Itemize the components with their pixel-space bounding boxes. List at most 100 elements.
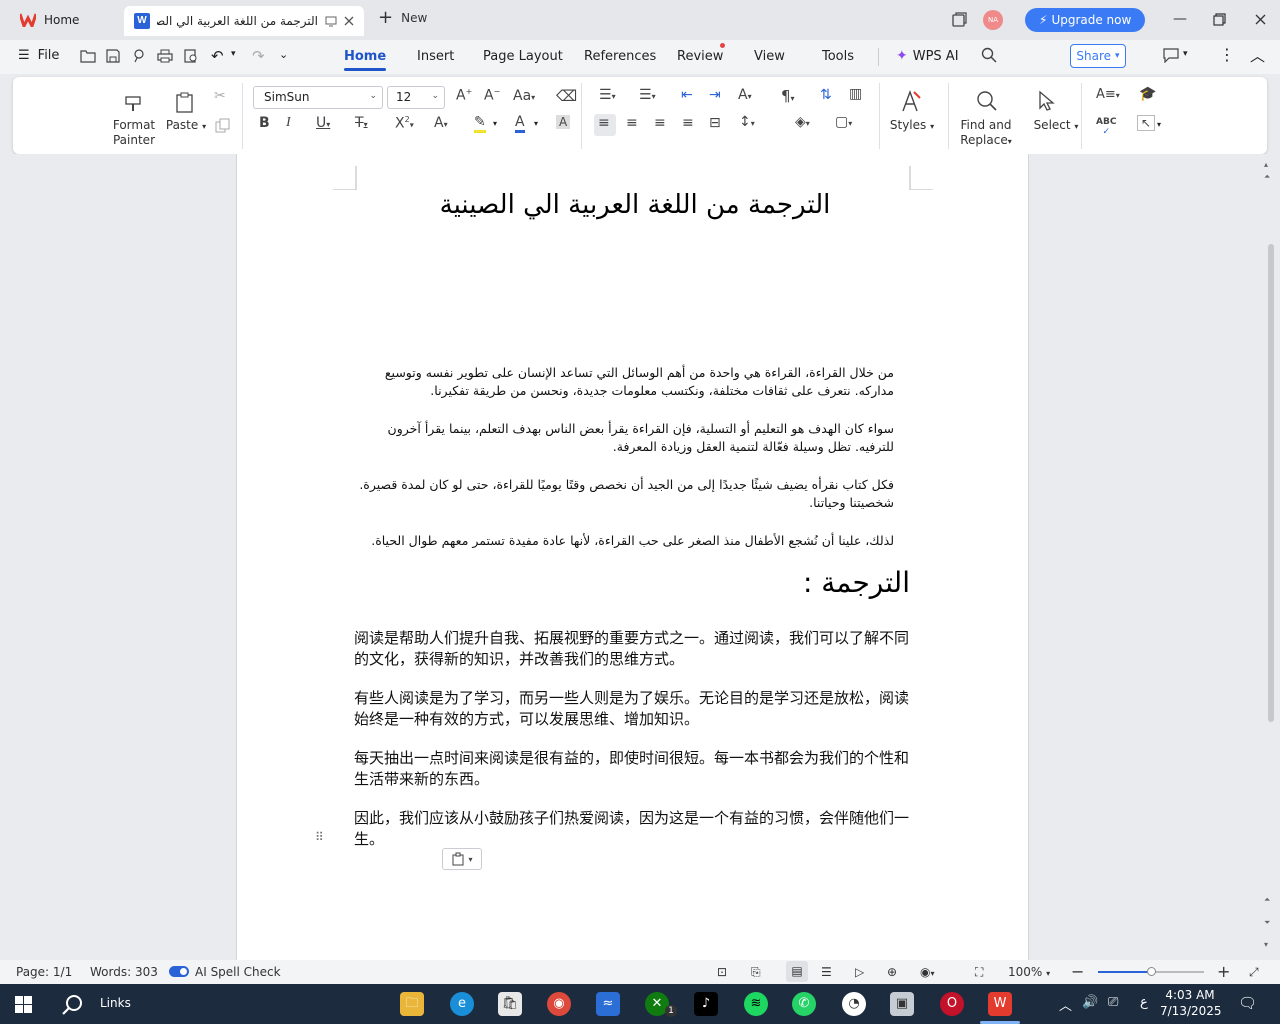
font-size-select[interactable]: 12 ⌄ [387,86,445,109]
paragraph-mark-icon[interactable]: ¶▾ [781,87,795,105]
find-replace-icon[interactable] [976,90,998,112]
new-tab-button[interactable]: + New [378,9,427,27]
styles-icon[interactable] [900,89,922,113]
align-right-icon[interactable]: ≡ [654,115,666,131]
superscript-icon[interactable]: X2▾ [395,115,414,132]
column-icon[interactable]: ▥ [849,86,862,102]
format-painter-button[interactable] [111,91,157,116]
decrease-indent-icon[interactable]: ⇤ [681,87,693,103]
underline-icon[interactable]: U▾ [316,115,330,131]
bullet-list-icon[interactable]: ☰▾ [599,87,616,103]
sort-icon[interactable]: ⇅ [820,87,832,103]
print-icon[interactable] [157,49,173,63]
education-icon[interactable]: 🎓 [1139,86,1156,102]
chinese-paragraph-2[interactable]: 有些人阅读是为了学习，而另一些人则是为了娱乐。无论目的是学习还是放松，阅读始终是… [354,688,910,730]
search-icon[interactable] [981,47,997,63]
scroll-down-icon[interactable]: ▾ [1264,940,1268,949]
distribute-icon[interactable]: ⊟ [709,115,721,131]
tab-insert[interactable]: Insert [417,49,454,64]
show-hidden-icons-chevron-icon[interactable]: ︿ [1059,995,1072,1014]
window-layout-icon[interactable] [951,12,967,28]
scroll-thumb[interactable] [1268,244,1274,722]
chinese-paragraph-1[interactable]: 阅读是帮助人们提升自我、拓展视野的重要方式之一。通过阅读，我们可以了解不同的文化… [354,628,910,670]
paste-label[interactable]: Paste ▾ [164,118,208,132]
restore-icon[interactable] [1213,13,1226,26]
more-options-icon[interactable]: ⋮ [1219,45,1235,64]
zoom-slider-handle[interactable] [1147,967,1156,976]
network-icon[interactable]: ⎚ [1108,995,1118,1010]
comment-icon[interactable] [1163,48,1179,63]
select-button[interactable]: Select ▾ [1031,118,1081,132]
save-icon[interactable] [106,49,120,63]
close-window-icon[interactable] [1255,14,1266,25]
justify-icon[interactable]: ≡ [682,115,694,131]
arabic-paragraph-1[interactable]: من خلال القراءة، القراءة هي واحدة من أهم… [354,364,894,400]
spell-check-toggle[interactable] [169,966,189,977]
web-layout-icon[interactable]: ⎘ [751,965,761,980]
more-chevron-icon[interactable]: ⌄ [279,48,288,61]
scroll-up-icon[interactable]: ▴ [1264,160,1268,169]
selection-pane-icon[interactable]: ↖ [1137,115,1156,131]
increase-indent-icon[interactable]: ⇥ [709,87,721,103]
font-name-select[interactable]: SimSun ⌄ [253,86,383,109]
clock[interactable]: 4:03 AM 7/13/2025 [1160,987,1222,1019]
highlight-chevron-icon[interactable]: ▾ [493,119,497,128]
tab-document[interactable]: W الترجمة من اللغة العربية الي الصينية [124,6,364,36]
highlight-icon[interactable]: ✎ [474,114,486,133]
tab-tools[interactable]: Tools [822,49,854,64]
spell-check-icon[interactable]: ABC ✓ [1096,117,1116,137]
drag-handle-icon[interactable]: ⠿ [315,830,325,846]
wps-ai-button[interactable]: ✦ WPS AI [896,48,959,64]
photos-icon[interactable]: ▣ [890,992,914,1016]
numbered-list-icon[interactable]: ☰▾ [639,87,656,103]
change-case-icon[interactable]: Aa▾ [513,88,535,104]
chinese-paragraph-3[interactable]: 每天抽出一点时间来阅读是很有益的，即使时间很短。每一本书都会为我们的个性和生活带… [354,748,910,790]
comment-chevron-icon[interactable]: ▾ [1183,49,1188,59]
font-color-chevron-icon[interactable]: ▾ [534,119,538,128]
shading-icon[interactable]: ◈▾ [795,114,810,130]
shrink-font-icon[interactable]: A− [484,87,500,104]
fit-page-icon[interactable]: ⛶ [975,965,983,980]
document-title[interactable]: الترجمة من اللغة العربية الي الصينية [420,190,850,220]
undo-dropdown-chevron-icon[interactable]: ▾ [231,49,236,59]
globe-icon[interactable]: ⊕ [887,965,897,979]
play-icon[interactable]: ▷ [855,965,864,979]
volume-icon[interactable]: 🔊 [1082,995,1098,1010]
scroll-page-up-icon[interactable]: ⏶ [1264,172,1270,182]
store-icon[interactable]: 🛍 [498,992,522,1016]
cut-icon[interactable]: ✂ [214,88,226,104]
share-button[interactable]: Share ▾ [1070,44,1126,68]
align-center-icon[interactable]: ≡ [626,115,638,131]
zoom-out-icon[interactable]: − [1071,962,1084,981]
open-folder-icon[interactable] [80,49,96,63]
tiktok-icon[interactable]: ♪ [694,992,718,1016]
language-indicator[interactable]: ع [1140,995,1148,1010]
redo-icon[interactable]: ↷ [252,47,265,65]
tab-view[interactable]: View [754,49,785,64]
page-view-icon[interactable]: ▤ [786,961,808,982]
scroll-page-down-icon[interactable]: ⏷ [1264,918,1270,928]
italic-icon[interactable]: I [286,115,291,131]
notifications-icon[interactable]: 🗨 [1238,994,1257,1012]
font-color-icon[interactable]: A [515,114,525,133]
chinese-paragraph-4[interactable]: 因此，我们应该从小鼓励孩子们热爱阅读，因为这是一个有益的习惯，会伴随他们一生。 [354,808,910,850]
windows-start-icon[interactable] [15,996,32,1013]
file-explorer-icon[interactable]: 🗀 [400,992,424,1016]
edge-icon[interactable]: e [450,992,474,1016]
avatar[interactable]: NA [983,10,1003,30]
tab-page-layout[interactable]: Page Layout [483,49,563,64]
page-count[interactable]: Page: 1/1 [16,965,72,979]
styles-button[interactable]: Styles ▾ [889,118,935,132]
whatsapp-icon[interactable]: ✆ [792,992,816,1016]
clear-format-icon[interactable]: ⌫ [556,87,577,105]
tab-review[interactable]: Review [677,49,723,64]
eye-icon[interactable]: ◉▾ [920,965,935,979]
paste-button[interactable] [170,91,200,116]
find-replace-label-2[interactable]: Replace▾ [957,133,1015,149]
arabic-paragraph-2[interactable]: سواء كان الهدف هو التعليم أو التسلية، فإ… [354,420,894,456]
taskbar-search-icon[interactable] [62,994,84,1016]
character-shading-icon[interactable]: A [556,115,571,129]
tab-home[interactable]: Home [8,6,118,34]
zoom-level[interactable]: 100% ▾ [1008,965,1050,979]
line-spacing-icon[interactable]: ↕▾ [739,114,755,130]
